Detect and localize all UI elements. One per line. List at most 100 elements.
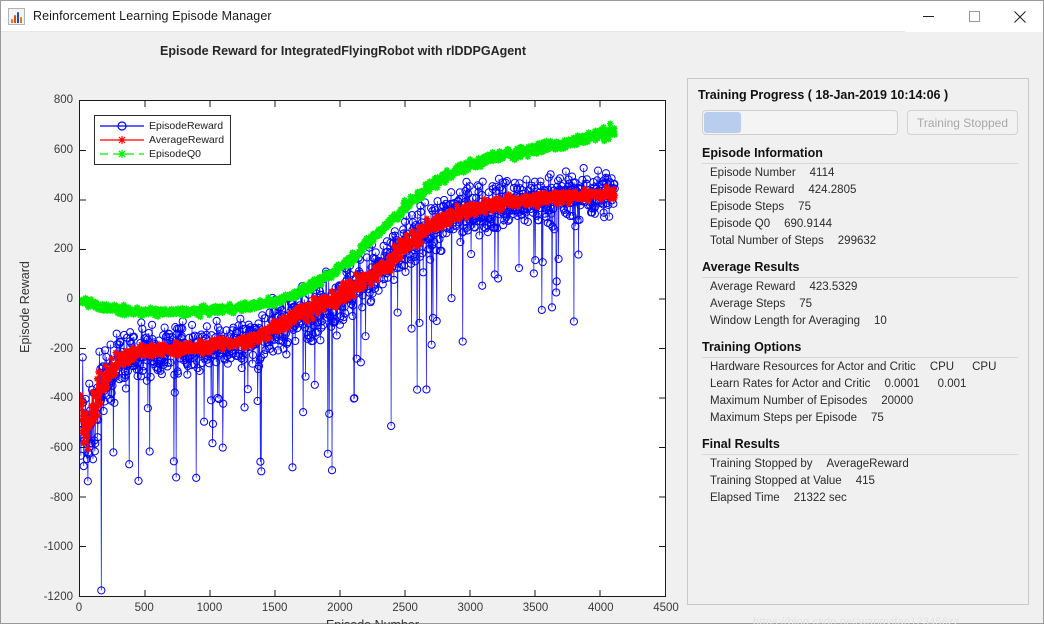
y-tick-label: -200 — [49, 342, 73, 355]
chart-title: Episode Reward for IntegratedFlyingRobot… — [160, 44, 526, 58]
info-row-value: 4114 — [809, 167, 835, 179]
info-row-key: Average Steps — [710, 298, 786, 310]
progress-row: Training Stopped — [688, 102, 1028, 135]
legend-swatch-episodereward — [100, 121, 144, 131]
info-row: Average Steps 75 — [702, 295, 1018, 312]
y-tick-label: -600 — [49, 441, 73, 454]
info-row: Window Length for Averaging 10 — [702, 312, 1018, 329]
window-title: Reinforcement Learning Episode Manager — [33, 9, 272, 23]
series-AverageReward — [80, 183, 619, 453]
legend-label: EpisodeReward — [149, 120, 224, 132]
minimize-icon[interactable] — [905, 1, 951, 32]
training-progress-panel: Training Progress ( 18-Jan-2019 10:14:06… — [687, 78, 1029, 605]
info-row: Training Stopped at Value 415 — [702, 472, 1018, 489]
plot-axes: EpisodeReward AverageReward EpisodeQ0 — [79, 100, 666, 597]
y-tick-label: -800 — [49, 491, 73, 504]
info-row-value: 299632 — [837, 235, 877, 247]
info-row-key: Episode Q0 — [710, 218, 771, 230]
x-tick-label: 3500 — [522, 602, 549, 614]
legend-label: EpisodeQ0 — [149, 148, 201, 160]
info-row-key: Maximum Steps per Episode — [710, 412, 858, 424]
y-tick-label: 400 — [53, 193, 73, 206]
x-tick-label: 4000 — [587, 602, 614, 614]
info-row: Episode Reward 424.2805 — [702, 181, 1018, 198]
watermark: https://blog.csdn.net/wangyifan123456zz — [753, 616, 960, 624]
y-tick-label: 200 — [53, 243, 73, 256]
info-row-key: Window Length for Averaging — [710, 315, 861, 327]
y-tick-label: 800 — [53, 94, 73, 106]
y-tick-label: 0 — [66, 292, 73, 305]
info-row-key: Maximum Number of Episodes — [710, 395, 868, 407]
info-row-key: Training Stopped by — [710, 458, 813, 470]
info-row-value: 415 — [855, 475, 875, 487]
info-row: Average Reward 423.5329 — [702, 278, 1018, 295]
chart-legend: EpisodeReward AverageReward EpisodeQ0 — [94, 115, 232, 165]
info-row-value: 0.0001 — [884, 378, 920, 390]
info-row-key: Total Number of Steps — [710, 235, 824, 247]
info-row-key: Average Reward — [710, 281, 796, 293]
window-body: Episode Reward for IntegratedFlyingRobot… — [1, 32, 1043, 624]
x-tick-label: 2000 — [327, 602, 353, 614]
info-section: Episode Information Episode Number 4114 Epi… — [688, 146, 1028, 249]
info-row-key: Training Stopped at Value — [710, 475, 842, 487]
info-row-key: Episode Steps — [710, 201, 785, 213]
plot-canvas — [80, 101, 665, 596]
section-heading: Episode Information — [702, 146, 1018, 164]
y-axis-label: Episode Reward — [18, 261, 32, 353]
info-row-key: Learn Rates for Actor and Critic — [710, 378, 871, 390]
info-row-value: 10 — [874, 315, 887, 327]
maximize-icon[interactable] — [951, 1, 997, 32]
info-section: Final Results Training Stopped by AverageR… — [688, 437, 1028, 506]
section-heading: Average Results — [702, 260, 1018, 278]
info-row: Elapsed Time 21322 sec — [702, 489, 1018, 506]
legend-label: AverageReward — [149, 134, 225, 146]
info-row: Hardware Resources for Actor and Critic C… — [702, 358, 1018, 375]
y-tick-label: 600 — [53, 143, 73, 156]
info-row-key: Elapsed Time — [710, 492, 780, 504]
x-tick-label: 2500 — [392, 602, 418, 614]
info-row-value: 424.2805 — [808, 184, 857, 196]
legend-item: EpisodeReward — [99, 119, 224, 133]
y-tick-label: -400 — [49, 392, 73, 405]
application-window: Reinforcement Learning Episode Manager E… — [0, 0, 1044, 624]
title-bar: Reinforcement Learning Episode Manager — [1, 1, 1043, 32]
info-row: Episode Number 4114 — [702, 164, 1018, 181]
section-heading: Final Results — [702, 437, 1018, 455]
y-axis-tick-labels: -1200 -1000 -800 -600 -400 -200 0 200 400 600 800 — [1, 94, 73, 603]
info-row-value: 20000 — [881, 395, 914, 407]
legend-item: EpisodeQ0 — [99, 147, 224, 161]
info-row: Maximum Number of Episodes 20000 — [702, 392, 1018, 409]
progress-bar — [702, 110, 899, 135]
info-row: Learn Rates for Actor and Critic 0.0001 0.… — [702, 375, 1018, 392]
info-sections: Episode Information Episode Number 4114 Epi… — [688, 146, 1028, 506]
window-controls — [905, 1, 1043, 32]
legend-swatch-episodeq0 — [100, 150, 144, 158]
info-row: Training Stopped by AverageReward — [702, 455, 1018, 472]
close-icon[interactable] — [997, 1, 1043, 32]
x-axis-label: Episode Number — [79, 618, 666, 624]
x-tick-label: 500 — [134, 602, 154, 614]
stop-training-button[interactable]: Training Stopped — [907, 110, 1018, 135]
info-row: Maximum Steps per Episode 75 — [702, 409, 1018, 426]
info-section: Average Results Average Reward 423.5329 Ave… — [688, 260, 1028, 329]
info-row-value: AverageReward — [826, 458, 909, 470]
progress-bar-fill — [704, 112, 741, 133]
info-row-value: 75 — [798, 201, 811, 213]
series-EpisodeReward — [80, 163, 619, 595]
y-tick-label: -1000 — [43, 541, 73, 554]
info-row-value-secondary: CPU — [972, 361, 997, 373]
x-tick-label: 3000 — [457, 602, 484, 614]
info-row-key: Episode Reward — [710, 184, 795, 196]
info-row-value: 21322 sec — [793, 492, 847, 504]
info-row-value: 75 — [871, 412, 884, 424]
info-row: Episode Steps 75 — [702, 198, 1018, 215]
x-tick-label: 0 — [75, 602, 83, 614]
x-tick-label: 1000 — [196, 602, 223, 614]
info-row-key: Episode Number — [710, 167, 796, 179]
section-heading: Training Options — [702, 340, 1018, 358]
info-row: Episode Q0 690.9144 — [702, 215, 1018, 232]
info-row-value: 75 — [799, 298, 813, 310]
info-row-value-secondary: 0.001 — [937, 378, 967, 390]
x-tick-label: 1500 — [261, 602, 288, 614]
info-row-value: CPU — [929, 361, 955, 373]
